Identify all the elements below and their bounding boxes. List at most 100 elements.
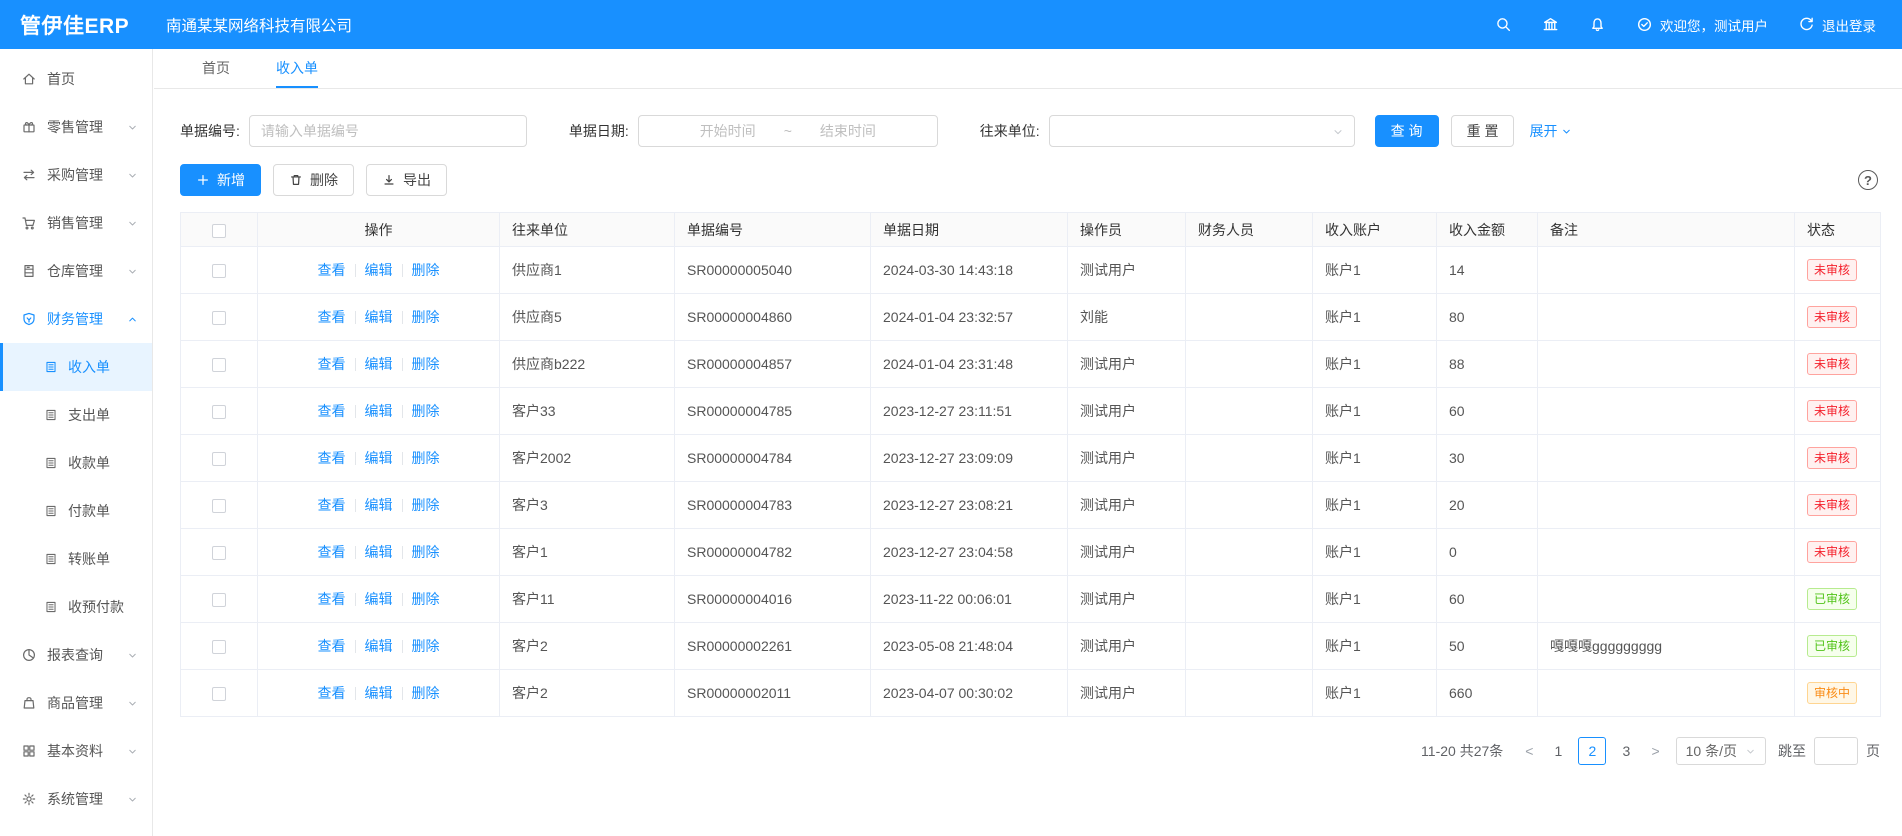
row-checkbox[interactable]: [212, 405, 226, 419]
page-1[interactable]: 1: [1544, 737, 1572, 765]
sidebar-item-system[interactable]: 系统管理: [0, 775, 152, 823]
next-page-icon[interactable]: >: [1643, 743, 1667, 759]
divider: [355, 687, 356, 700]
sidebar-item-reports[interactable]: 报表查询: [0, 631, 152, 679]
sidebar-item-home[interactable]: 首页: [0, 55, 152, 103]
page-size-select[interactable]: 10 条/页: [1676, 737, 1766, 765]
delete-link[interactable]: 删除: [412, 309, 440, 325]
page-2[interactable]: 2: [1578, 737, 1606, 765]
row-checkbox[interactable]: [212, 358, 226, 372]
status-badge: 未审核: [1807, 541, 1857, 563]
prev-page-icon[interactable]: <: [1517, 743, 1541, 759]
view-link[interactable]: 查看: [318, 403, 346, 419]
company-name: 南通某某网络科技有限公司: [166, 14, 352, 36]
sidebar-item-receipt-bill[interactable]: 收款单: [0, 439, 152, 487]
partner-cell: 客户1: [500, 529, 675, 576]
edit-link[interactable]: 编辑: [365, 591, 393, 607]
search-button[interactable]: 查 询: [1375, 115, 1439, 147]
row-checkbox[interactable]: [212, 593, 226, 607]
select-all-checkbox[interactable]: [212, 224, 226, 238]
row-checkbox[interactable]: [212, 264, 226, 278]
date-range-picker[interactable]: ~: [638, 115, 938, 147]
partner-cell: 供应商b222: [500, 341, 675, 388]
row-checkbox[interactable]: [212, 640, 226, 654]
remark-cell: [1538, 576, 1795, 623]
row-checkbox[interactable]: [212, 452, 226, 466]
view-link[interactable]: 查看: [318, 544, 346, 560]
delete-link[interactable]: 删除: [412, 685, 440, 701]
edit-link[interactable]: 编辑: [365, 356, 393, 372]
view-link[interactable]: 查看: [318, 356, 346, 372]
bill-date-cell: 2023-12-27 23:11:51: [871, 388, 1068, 435]
page-3[interactable]: 3: [1612, 737, 1640, 765]
row-checkbox[interactable]: [212, 499, 226, 513]
row-checkbox[interactable]: [212, 546, 226, 560]
expand-link[interactable]: 展开: [1529, 121, 1572, 141]
delete-link[interactable]: 删除: [412, 497, 440, 513]
edit-link[interactable]: 编辑: [365, 262, 393, 278]
delete-link[interactable]: 删除: [412, 638, 440, 654]
partner-select[interactable]: [1049, 115, 1355, 147]
add-button[interactable]: 新增: [180, 164, 261, 196]
tab-income-bill[interactable]: 收入单: [276, 49, 318, 88]
export-button[interactable]: 导出: [366, 164, 447, 196]
search-icon[interactable]: [1495, 16, 1512, 33]
sidebar-item-basic-data[interactable]: 基本资料: [0, 727, 152, 775]
delete-button[interactable]: 删除: [273, 164, 354, 196]
date-start-input[interactable]: [676, 123, 780, 139]
delete-link[interactable]: 删除: [412, 544, 440, 560]
sidebar-item-warehouse[interactable]: 仓库管理: [0, 247, 152, 295]
edit-link[interactable]: 编辑: [365, 544, 393, 560]
reset-button[interactable]: 重 置: [1451, 115, 1515, 147]
shield-icon: [21, 311, 37, 327]
table-row: 查看编辑删除 客户2 SR00000002011 2023-04-07 00:3…: [181, 670, 1881, 717]
delete-link[interactable]: 删除: [412, 403, 440, 419]
edit-link[interactable]: 编辑: [365, 497, 393, 513]
sidebar-item-transfer-bill[interactable]: 转账单: [0, 535, 152, 583]
tab-home[interactable]: 首页: [202, 49, 230, 88]
sidebar-item-finance[interactable]: 财务管理: [0, 295, 152, 343]
sidebar-item-retail[interactable]: 零售管理: [0, 103, 152, 151]
operator-cell: 测试用户: [1068, 341, 1186, 388]
row-checkbox[interactable]: [212, 687, 226, 701]
edit-link[interactable]: 编辑: [365, 309, 393, 325]
view-link[interactable]: 查看: [318, 591, 346, 607]
welcome-user[interactable]: 欢迎您，测试用户: [1636, 15, 1768, 35]
divider: [402, 687, 403, 700]
view-link[interactable]: 查看: [318, 685, 346, 701]
sidebar-item-prepayment[interactable]: 收预付款: [0, 583, 152, 631]
sidebar-item-purchase[interactable]: 采购管理: [0, 151, 152, 199]
delete-link[interactable]: 删除: [412, 356, 440, 372]
chevron-down-icon: [127, 170, 138, 181]
sidebar-item-goods[interactable]: 商品管理: [0, 679, 152, 727]
bill-no-label: 单据编号:: [180, 121, 240, 141]
view-link[interactable]: 查看: [318, 262, 346, 278]
edit-link[interactable]: 编辑: [365, 450, 393, 466]
view-link[interactable]: 查看: [318, 497, 346, 513]
edit-link[interactable]: 编辑: [365, 685, 393, 701]
row-checkbox[interactable]: [212, 311, 226, 325]
bill-no-input[interactable]: [249, 115, 527, 147]
date-end-input[interactable]: [796, 123, 900, 139]
bell-icon[interactable]: [1589, 16, 1606, 33]
bank-icon[interactable]: [1542, 16, 1559, 33]
operator-cell: 测试用户: [1068, 247, 1186, 294]
divider: [402, 546, 403, 559]
delete-link[interactable]: 删除: [412, 450, 440, 466]
view-link[interactable]: 查看: [318, 309, 346, 325]
partner-cell: 客户2: [500, 623, 675, 670]
sidebar-item-expense-bill[interactable]: 支出单: [0, 391, 152, 439]
delete-link[interactable]: 删除: [412, 591, 440, 607]
view-link[interactable]: 查看: [318, 450, 346, 466]
sidebar-item-sales[interactable]: 销售管理: [0, 199, 152, 247]
edit-link[interactable]: 编辑: [365, 638, 393, 654]
logout-button[interactable]: 退出登录: [1798, 15, 1876, 35]
help-icon[interactable]: ?: [1858, 170, 1878, 190]
sidebar-item-income-bill[interactable]: 收入单: [0, 343, 152, 391]
delete-link[interactable]: 删除: [412, 262, 440, 278]
partner-cell: 客户3: [500, 482, 675, 529]
sidebar-item-payment-bill[interactable]: 付款单: [0, 487, 152, 535]
jump-page-input[interactable]: [1814, 737, 1858, 765]
edit-link[interactable]: 编辑: [365, 403, 393, 419]
view-link[interactable]: 查看: [318, 638, 346, 654]
